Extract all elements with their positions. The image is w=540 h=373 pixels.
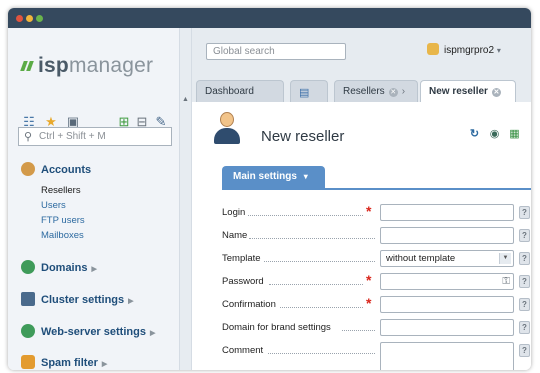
tab-dashboard[interactable]: Dashboard xyxy=(196,80,284,102)
sidebar-item-users[interactable]: Users xyxy=(41,200,66,211)
tab-bar: Dashboard ▤ Resellers ✕ › New reseller ✕ xyxy=(192,80,531,102)
sidebar-item-mailboxes[interactable]: Mailboxes xyxy=(41,230,84,241)
chevron-right-icon: ▶ xyxy=(149,330,156,337)
required-mark: * xyxy=(366,295,372,311)
settings-divider xyxy=(222,188,531,190)
help-icon[interactable]: ? xyxy=(519,321,530,334)
password-label: Password xyxy=(222,276,264,287)
minimize-window-icon[interactable] xyxy=(26,15,33,22)
login-label: Login xyxy=(222,207,246,218)
chevron-up-icon: ▲ xyxy=(182,96,189,103)
top-bar: Global search ispmgrpro2 ▾ xyxy=(192,28,531,80)
name-row: Name ? xyxy=(222,226,531,246)
password-generator-icon[interactable]: ⚿ xyxy=(502,276,510,287)
help-book-icon[interactable]: ▦ xyxy=(508,128,521,141)
help-icon[interactable]: ? xyxy=(519,206,530,219)
sidebar-section-cluster-settings[interactable]: Cluster settings ▶ xyxy=(21,292,134,308)
template-label: Template xyxy=(222,253,261,264)
reseller-avatar-icon xyxy=(212,112,242,144)
monitor-icon: ▤ xyxy=(299,87,310,99)
sidebar-search-input[interactable]: ⚲ Ctrl + Shift + M xyxy=(18,127,172,146)
brand-domain-label: Domain for brand settings xyxy=(222,322,331,333)
chevron-right-icon: ▶ xyxy=(128,298,134,305)
help-icon[interactable]: ? xyxy=(519,275,530,288)
sidebar-collapse-gutter[interactable]: ▲ xyxy=(180,28,192,370)
template-select[interactable]: without template ▼ xyxy=(380,250,514,267)
login-input[interactable] xyxy=(380,204,514,221)
sidebar-item-ftp-users[interactable]: FTP users xyxy=(41,215,85,226)
app-window: ispmanager ☷ ★ ▣ ⊞ ⊟ ✎ ⚲ Ctrl + Shift + … xyxy=(8,8,531,370)
chevron-down-icon: ▾ xyxy=(303,172,308,181)
password-input[interactable]: ⚿ xyxy=(380,273,514,290)
crown-icon xyxy=(427,43,439,55)
tab-new-reseller[interactable]: New reseller ✕ xyxy=(420,80,516,102)
password-row: Password * ⚿ ? xyxy=(222,272,531,292)
page-title: New reseller xyxy=(261,128,345,145)
globe-icon xyxy=(21,324,35,338)
confirmation-input[interactable] xyxy=(380,296,514,313)
help-icon[interactable]: ? xyxy=(519,229,530,242)
globe-icon xyxy=(21,260,35,274)
global-search-input[interactable]: Global search xyxy=(206,43,346,60)
chevron-right-icon: ▶ xyxy=(101,361,108,368)
user-menu[interactable]: ispmgrpro2 ▾ xyxy=(427,43,501,56)
main-settings-tab[interactable]: Main settings ▾ xyxy=(222,166,325,188)
required-mark: * xyxy=(366,203,372,219)
name-input[interactable] xyxy=(380,227,514,244)
help-icon[interactable]: ? xyxy=(519,344,530,357)
sidebar-item-resellers[interactable]: Resellers xyxy=(41,185,81,196)
close-tab-icon[interactable]: ✕ xyxy=(388,88,398,97)
help-icon[interactable]: ? xyxy=(519,252,530,265)
confirmation-label: Confirmation xyxy=(222,299,276,310)
chevron-right-icon: ▶ xyxy=(91,266,97,273)
shield-icon xyxy=(21,355,35,369)
tab-monitor[interactable]: ▤ xyxy=(290,80,328,102)
comment-label: Comment xyxy=(222,345,264,356)
sidebar-section-domains[interactable]: Domains ▶ xyxy=(21,260,97,276)
window-titlebar xyxy=(8,8,531,28)
chevron-down-icon: ▼ xyxy=(499,253,511,264)
close-tab-icon[interactable]: ✕ xyxy=(491,88,501,97)
search-icon: ⚲ xyxy=(24,131,33,143)
sidebar-section-web-server-settings[interactable]: Web-server settings ▶ xyxy=(21,324,155,340)
required-mark: * xyxy=(366,272,372,288)
sidebar-section-accounts[interactable]: Accounts xyxy=(21,162,91,178)
ispmanager-logo[interactable]: ispmanager xyxy=(20,54,153,78)
comment-textarea[interactable] xyxy=(380,342,514,370)
refresh-icon[interactable]: ↻ xyxy=(468,128,481,141)
brand-domain-row: Domain for brand settings ? xyxy=(222,318,531,338)
login-row: Login * ? xyxy=(222,203,531,223)
main-content: New reseller ↻ ◉ ▦ Main settings ▾ Login… xyxy=(192,102,531,370)
brand-domain-input[interactable] xyxy=(380,319,514,336)
close-window-icon[interactable] xyxy=(16,15,23,22)
confirmation-row: Confirmation * ? xyxy=(222,295,531,315)
tab-resellers[interactable]: Resellers ✕ › xyxy=(334,80,418,102)
user-icon xyxy=(21,162,35,176)
server-icon xyxy=(21,292,35,306)
chevron-down-icon: ▾ xyxy=(496,46,501,55)
template-row: Template without template ▼ ? xyxy=(222,249,531,269)
help-icon[interactable]: ? xyxy=(519,298,530,311)
network-icon[interactable]: ◉ xyxy=(488,128,501,141)
comment-row: Comment ? xyxy=(222,341,531,370)
maximize-window-icon[interactable] xyxy=(36,15,43,22)
name-label: Name xyxy=(222,230,248,241)
sidebar-section-spam-filter[interactable]: Spam filter ▶ xyxy=(21,355,107,370)
chevron-right-icon: › xyxy=(401,86,406,97)
logo-mark-icon xyxy=(20,61,35,71)
sidebar: ispmanager ☷ ★ ▣ ⊞ ⊟ ✎ ⚲ Ctrl + Shift + … xyxy=(8,28,180,370)
